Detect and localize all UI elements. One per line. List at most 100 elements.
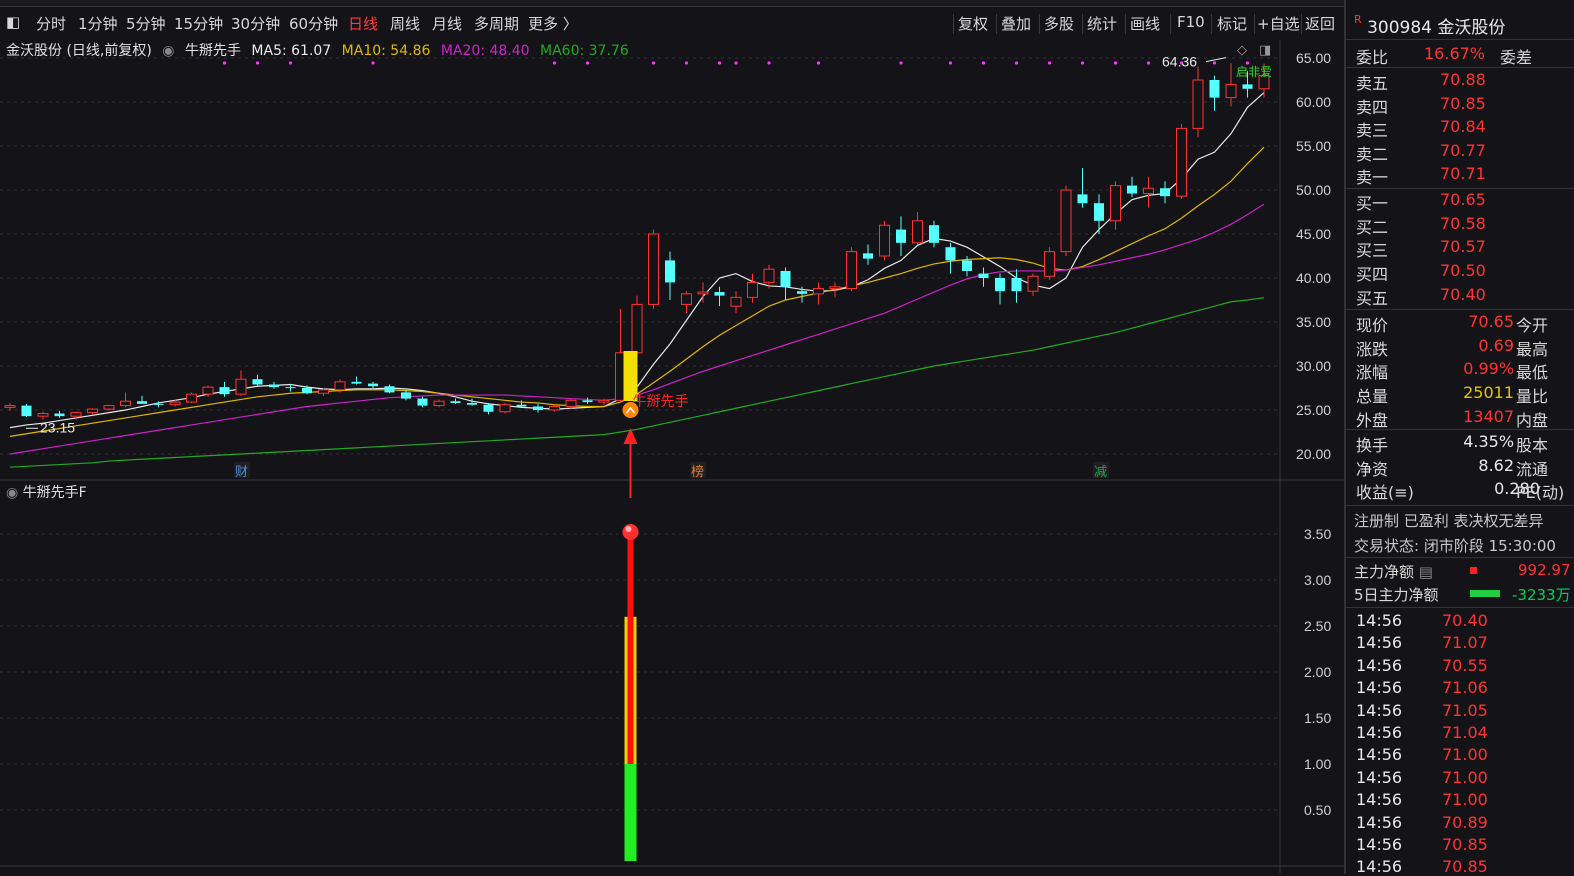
candle-body [797, 291, 807, 294]
low-price-label: 23.15 [40, 419, 75, 435]
tick-time: 14:56 [1356, 700, 1403, 720]
quote-label: 涨跌 [1356, 339, 1389, 359]
main-net-value: 992.97 [1518, 561, 1571, 579]
tick-volume: 1 [1550, 835, 1574, 854]
candle-body [417, 398, 428, 406]
candle-body [846, 251, 857, 290]
sell-level-price: 70.84 [1440, 117, 1486, 136]
buy-level-row: 买四 70.50 [1356, 261, 1486, 285]
sub-y-tick-label: 3.00 [1304, 572, 1331, 588]
signal-dot [767, 61, 771, 65]
quote-label-2: 量比 [1516, 387, 1549, 407]
buy-level-price: 70.50 [1440, 261, 1486, 281]
tick-time: 14:56 [1356, 857, 1403, 876]
tick-row: 14:5671.002 [1356, 768, 1488, 787]
quote-value: 25011 [1463, 383, 1515, 403]
buy-level-label: 买一 [1356, 194, 1389, 213]
sub-y-tick-label: 3.50 [1304, 526, 1331, 542]
ma20-label: MA20: 48.40 [440, 43, 530, 59]
candle-body [450, 401, 461, 403]
candle-body [368, 383, 378, 387]
candle-body [219, 387, 230, 395]
event-label: 榜 [691, 464, 704, 480]
candle-body [565, 399, 577, 407]
ma60-label: MA60: 37.76 [540, 43, 629, 59]
tick-volume: 2 [1550, 611, 1574, 630]
tick-price: 70.40 [1442, 611, 1488, 630]
r-badge: R [1354, 13, 1362, 26]
candle-body [334, 381, 346, 391]
quote-label: 涨幅 [1356, 363, 1389, 383]
indicator-name-label: 牛掰先手 [184, 43, 241, 59]
sell-level-price: 70.85 [1440, 93, 1486, 113]
buy-level-price: 70.40 [1440, 284, 1486, 304]
candle-body [598, 399, 610, 403]
sell-level-label: 卖三 [1356, 121, 1389, 140]
sub-signal-ball [622, 524, 639, 540]
signal-dot [1014, 61, 1019, 65]
candle-body [1011, 278, 1022, 292]
tick-price: 71.04 [1442, 723, 1488, 742]
quote-label-2: 今开 [1516, 316, 1549, 335]
signal-dot [1080, 61, 1085, 65]
expand-icon: ◨ [1259, 43, 1271, 58]
top-right-label: 启非爱 [1236, 65, 1272, 79]
quote-label: 现价 [1356, 316, 1389, 335]
candle-body [1143, 187, 1154, 195]
buy-level-row: 买二 70.58 [1356, 214, 1486, 238]
candle-body [829, 286, 841, 290]
candle-body [1027, 275, 1039, 292]
candle-body [945, 247, 956, 261]
candle-body [978, 273, 989, 278]
candle-body [912, 220, 923, 244]
candle-body [285, 387, 296, 389]
quote2-label: 换手 [1356, 436, 1389, 455]
signal-dot [981, 61, 986, 65]
tick-price: 70.85 [1442, 857, 1488, 876]
candle-body [483, 404, 494, 412]
quote-value: 70.65 [1468, 312, 1515, 331]
sub-signal-ball-highlight [625, 526, 632, 532]
tick-time: 14:56 [1356, 633, 1403, 653]
tick-price: 71.07 [1442, 633, 1488, 653]
tick-time: 14:56 [1356, 790, 1403, 810]
candle-body [747, 281, 758, 298]
candle-body [1110, 185, 1121, 222]
buy-level-price: 70.57 [1440, 237, 1486, 257]
high-price-label: 64.36 [1162, 54, 1197, 70]
candle-body [1176, 127, 1187, 197]
sub-toggle-icon[interactable]: ◉ [6, 485, 18, 501]
tick-time: 14:56 [1356, 655, 1403, 675]
five-day-value: -3233万 [1512, 586, 1571, 604]
candle-body [137, 401, 147, 404]
candle-body [120, 400, 131, 407]
candle-body [549, 405, 560, 411]
kline-chart[interactable]: 65.00 60.00 55.00 50.00 45.00 40.00 35.00 30.00… [0, 0, 1344, 874]
signal-dot [1146, 61, 1151, 65]
candle-body [401, 392, 411, 399]
sub-indicator-name: 牛掰先手F [22, 485, 87, 501]
candle-body [995, 278, 1005, 292]
signal-dot [684, 61, 689, 65]
tick-price: 70.89 [1442, 812, 1488, 832]
sub-y-tick-label: 0.50 [1304, 802, 1331, 818]
y-tick-label: 40.00 [1296, 270, 1331, 286]
candle-body [929, 225, 939, 243]
indicator-toggle-icon[interactable]: ◉ [162, 43, 174, 59]
candle-body [813, 288, 824, 295]
candle-body [235, 378, 247, 395]
signal-dot [1212, 61, 1217, 65]
tick-time: 14:56 [1356, 678, 1403, 698]
stock-name: 金沃股份 [1437, 18, 1506, 38]
buy-level-label: 买二 [1356, 217, 1389, 237]
detail-icon[interactable]: ▤ [1419, 563, 1433, 581]
tick-row: 14:5671.07523 [1356, 633, 1488, 653]
candle-body [1077, 194, 1088, 204]
candle-body [1127, 185, 1137, 194]
five-day-label: 5日主力净额 [1354, 586, 1439, 604]
tick-price: 70.55 [1442, 655, 1488, 675]
candle-body [37, 413, 49, 417]
main-net-label: 主力净额 [1354, 563, 1415, 581]
signal-dot [255, 61, 260, 65]
event-label: 财 [235, 465, 248, 480]
